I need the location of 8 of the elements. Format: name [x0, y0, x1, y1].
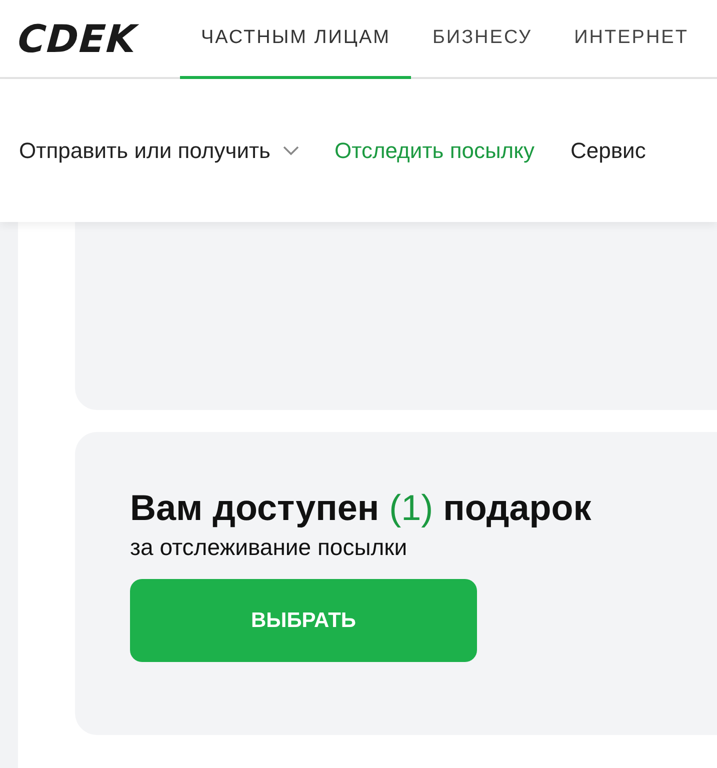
- gift-subtitle: за отслеживание посылки: [130, 534, 408, 561]
- nav-link[interactable]: Сервис: [570, 138, 646, 164]
- logo[interactable]: CDEK: [16, 18, 140, 58]
- gift-title: Вам доступен (1) подарок: [130, 486, 592, 530]
- nav-link[interactable]: Отследить посылку: [334, 138, 535, 164]
- nav-link[interactable]: Отправить или получить: [19, 138, 299, 164]
- nav-tab[interactable]: БИЗНЕСУ: [411, 0, 554, 79]
- nav-tab[interactable]: ИНТЕРНЕТ: [553, 0, 710, 79]
